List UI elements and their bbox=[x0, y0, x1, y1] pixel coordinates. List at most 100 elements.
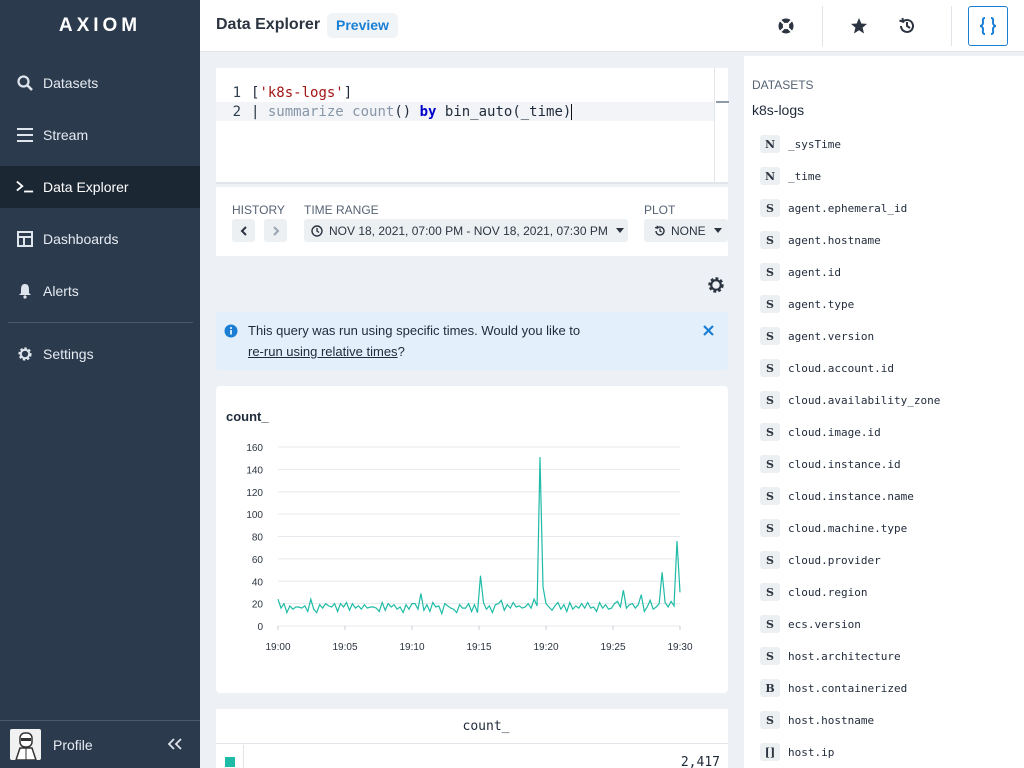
sidebar-item-data-explorer[interactable]: Data Explorer bbox=[0, 166, 200, 208]
lifebuoy-icon bbox=[778, 18, 794, 34]
field-type-badge: S bbox=[760, 583, 780, 601]
sidebar-item-settings[interactable]: Settings bbox=[0, 333, 200, 375]
field-item[interactable]: Shost.hostname bbox=[760, 710, 874, 730]
chevron-down-icon bbox=[713, 228, 722, 233]
y-tick-label: 80 bbox=[252, 533, 264, 544]
axiom-logo[interactable]: AXIOM bbox=[0, 0, 200, 52]
table-cell-value: 2,417 bbox=[680, 755, 720, 768]
field-type-badge: S bbox=[760, 519, 780, 537]
chevron-right-icon bbox=[272, 225, 279, 236]
field-item[interactable]: Scloud.image.id bbox=[760, 422, 881, 442]
field-item[interactable]: [] host.ip bbox=[760, 742, 834, 762]
star-button[interactable] bbox=[842, 9, 876, 43]
info-link-line: re-run using relative times? bbox=[248, 344, 405, 359]
bell-icon bbox=[16, 282, 34, 300]
field-item[interactable]: Scloud.account.id bbox=[760, 358, 894, 378]
toolbar-divider bbox=[822, 6, 823, 46]
clock-icon bbox=[311, 224, 323, 237]
sidebar-item-alerts[interactable]: Alerts bbox=[0, 270, 200, 312]
table-row[interactable]: 2,417 bbox=[216, 745, 728, 768]
field-type-badge: [] bbox=[760, 743, 780, 761]
field-item[interactable]: Sagent.id bbox=[760, 262, 841, 282]
info-text: This query was run using specific times.… bbox=[248, 323, 581, 338]
field-type-badge: S bbox=[760, 487, 780, 505]
history-icon bbox=[899, 17, 914, 33]
line-chart[interactable]: 0 20 40 60 80 100 120 140 160 19:00 19:05 19:10 19:1… bbox=[216, 386, 728, 693]
plot-against-value: NONE bbox=[671, 223, 706, 238]
field-name: cloud.provider bbox=[788, 553, 881, 567]
sidebar-item-stream[interactable]: Stream bbox=[0, 114, 200, 156]
x-tick-label: 19:30 bbox=[667, 642, 692, 653]
line-code[interactable]: | summarize count() by bin_auto(_time) bbox=[251, 103, 573, 120]
field-name: host.ip bbox=[788, 745, 835, 759]
field-item[interactable]: Secs.version bbox=[760, 614, 861, 634]
field-item[interactable]: Sagent.version bbox=[760, 326, 874, 346]
x-tick-label: 19:10 bbox=[399, 642, 424, 653]
collapse-sidebar-button[interactable] bbox=[166, 735, 184, 753]
close-icon bbox=[702, 324, 714, 336]
sidebar-item-datasets[interactable]: Datasets bbox=[0, 62, 200, 104]
plot-against-select[interactable]: NONE bbox=[644, 219, 728, 242]
field-item[interactable]: Sagent.ephemeral_id bbox=[760, 198, 907, 218]
rerun-relative-link[interactable]: re-run using relative times bbox=[248, 344, 398, 359]
y-tick-label: 160 bbox=[246, 443, 263, 454]
editor-scrollbar[interactable] bbox=[714, 68, 729, 182]
field-item[interactable]: Scloud.availability_zone bbox=[760, 390, 940, 410]
line-number: 2 bbox=[232, 103, 241, 120]
scrollbar-thumb[interactable] bbox=[716, 101, 729, 103]
sidebar-item-label: Data Explorer bbox=[43, 179, 129, 195]
line-code[interactable]: ['k8s-logs'] bbox=[251, 85, 352, 101]
history-button[interactable] bbox=[890, 9, 924, 43]
dataset-name[interactable]: k8s-logs bbox=[752, 102, 804, 118]
line-number: 1 bbox=[232, 84, 241, 101]
field-type-badge: S bbox=[760, 615, 780, 633]
profile-label[interactable]: Profile bbox=[53, 737, 93, 753]
history-back-button[interactable] bbox=[232, 219, 255, 242]
field-type-badge: S bbox=[760, 263, 780, 281]
field-type-badge: B bbox=[760, 679, 780, 697]
field-name: cloud.account.id bbox=[788, 361, 894, 375]
field-type-badge: S bbox=[760, 231, 780, 249]
editor-line-current[interactable]: 2 | summarize count() by bin_auto(_time) bbox=[216, 102, 714, 121]
field-type-badge: S bbox=[760, 455, 780, 473]
field-item[interactable]: Scloud.instance.name bbox=[760, 486, 914, 506]
x-tick-label: 19:25 bbox=[600, 642, 625, 653]
y-tick-label: 20 bbox=[252, 600, 264, 611]
chart-card: count_ 0 20 40 60 80 100 120 140 160 19:00 19:05 19… bbox=[216, 386, 728, 693]
column-divider bbox=[243, 745, 244, 768]
dashboard-icon bbox=[16, 230, 34, 248]
field-item[interactable]: Sagent.hostname bbox=[760, 230, 881, 250]
editor-line[interactable]: 1 ['k8s-logs'] bbox=[216, 83, 714, 102]
field-item[interactable]: Shost.architecture bbox=[760, 646, 901, 666]
field-item[interactable]: Scloud.instance.id bbox=[760, 454, 901, 474]
chevron-left-icon bbox=[240, 225, 247, 236]
history-forward-button[interactable] bbox=[264, 219, 287, 242]
field-name: cloud.image.id bbox=[788, 425, 881, 439]
field-name: host.containerized bbox=[788, 681, 908, 695]
field-item[interactable]: Scloud.provider bbox=[760, 550, 881, 570]
sidebar-item-dashboards[interactable]: Dashboards bbox=[0, 218, 200, 260]
datasets-heading: DATASETS bbox=[752, 78, 814, 92]
sidebar-item-label: Alerts bbox=[43, 283, 79, 299]
terminal-icon bbox=[16, 178, 34, 196]
support-button[interactable] bbox=[769, 9, 803, 43]
chart-settings-button[interactable] bbox=[706, 275, 726, 295]
field-item[interactable]: Scloud.region bbox=[760, 582, 867, 602]
field-item[interactable]: Scloud.machine.type bbox=[760, 518, 907, 538]
field-item[interactable]: N _time bbox=[760, 166, 821, 186]
close-button[interactable] bbox=[700, 322, 716, 338]
field-item[interactable]: Sagent.type bbox=[760, 294, 854, 314]
field-name: agent.version bbox=[788, 329, 875, 343]
query-editor[interactable]: 1 ['k8s-logs'] 2 | summarize count() by … bbox=[216, 68, 729, 184]
field-name: agent.ephemeral_id bbox=[788, 201, 908, 215]
avatar[interactable] bbox=[10, 729, 41, 760]
field-name: agent.id bbox=[788, 265, 841, 279]
field-item[interactable]: N _sysTime bbox=[760, 134, 841, 154]
profile[interactable]: Profile bbox=[0, 720, 200, 768]
time-range-picker[interactable]: NOV 18, 2021, 07:00 PM - NOV 18, 2021, 0… bbox=[304, 219, 628, 242]
stream-icon bbox=[16, 126, 34, 144]
code-view-button[interactable] bbox=[968, 6, 1008, 46]
field-item[interactable]: Bhost.containerized bbox=[760, 678, 907, 698]
info-icon bbox=[224, 324, 238, 338]
table-header-count[interactable]: count_ bbox=[216, 709, 728, 744]
